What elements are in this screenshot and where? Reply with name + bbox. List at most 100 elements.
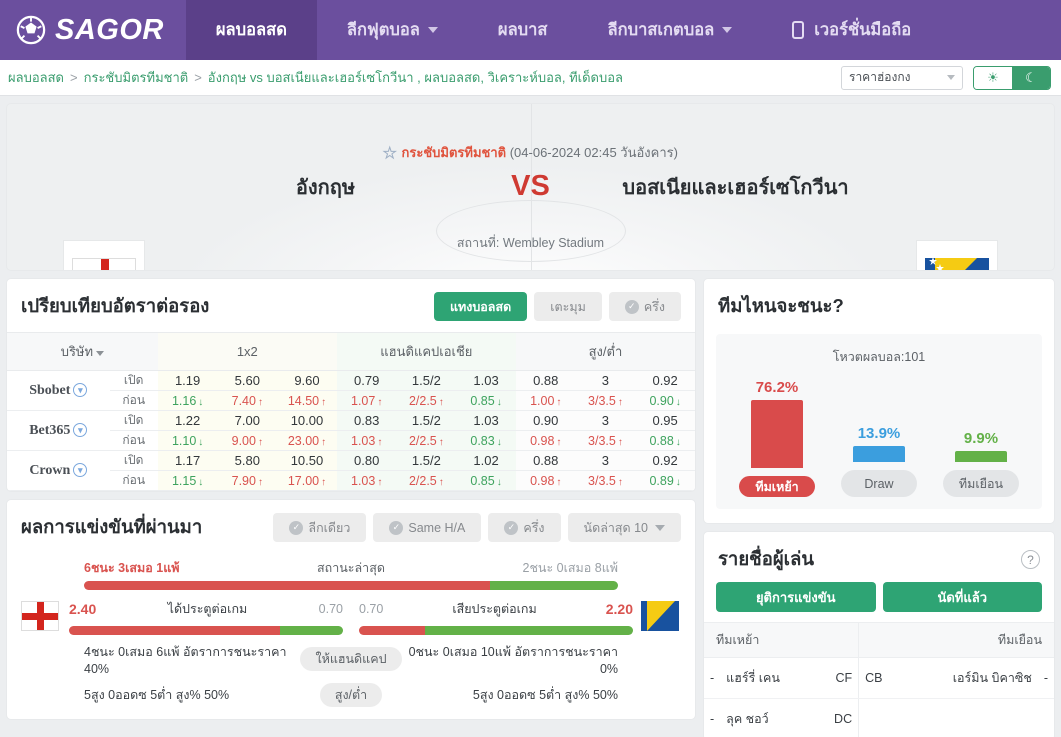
odds-format-select[interactable]: ราคาฮ่องกง [841,66,963,90]
sun-icon[interactable]: ☀ [974,67,1012,89]
competition-name[interactable]: กระชับมิตรทีมชาติ [401,145,506,160]
table-row[interactable]: ก่อน 1.16↓ 7.40↑ 14.50↑ 1.07↑ 2/2.5↑ 0.8… [7,391,695,411]
star-outline-icon[interactable]: ★ [383,144,396,162]
chevron-down-icon[interactable]: ▾ [73,383,87,397]
home-player-name[interactable]: ลุค ชอว์ [720,699,828,737]
filter-label: Same H/A [408,521,465,535]
question-mark-icon[interactable]: ? [1021,550,1040,569]
table-row[interactable]: Crown▾ เปิด 1.17 5.80 10.50 0.80 1.5/2 1… [7,451,695,471]
bookmaker-label: Crown [29,463,70,478]
hdp-open-line: 1.5/2 [397,451,457,471]
table-row[interactable]: ก่อน 1.10↓ 9.00↑ 23.00↑ 1.03↑ 2/2.5↑ 0.8… [7,431,695,451]
vote-button-away[interactable]: ทีมเยือน [943,470,1019,497]
filter-same-league[interactable]: ✓ ลีกเดียว [273,513,366,542]
button-previous-match[interactable]: นัดที่แล้ว [883,582,1043,612]
arrow-down-icon: ↓ [676,437,681,448]
ou-before-line: 3/3.5↑ [576,391,636,411]
nav-item-mobile-version[interactable]: เวอร์ชั่นมือถือ [762,0,941,60]
away-player-number [1038,699,1054,737]
nav-item-basketball-leagues[interactable]: ลีกบาสเกตบอล [578,0,763,60]
filter-half[interactable]: ✓ ครึ่ง [488,513,560,542]
col-company[interactable]: บริษัท [7,333,158,371]
arrow-down-icon: ↓ [497,477,502,488]
tab-half[interactable]: ✓ ครึ่ง [609,292,681,321]
form-center-label: สถานะล่าสุด [317,558,385,578]
ou-before-under: 0.88↓ [635,431,695,451]
chevron-down-icon[interactable]: ▾ [73,463,87,477]
away-player-position [859,699,889,737]
nav-item-basketball-scores[interactable]: ผลบาส [468,0,578,60]
row-label-open: เปิด [110,411,158,431]
hdp-before-line: 2/2.5↑ [397,431,457,451]
arrow-up-icon: ↑ [321,477,326,488]
home-team-name: อังกฤษ [181,171,471,203]
arrow-down-icon: ↓ [676,477,681,488]
table-row[interactable]: - ลุค ชอว์ DC [704,699,1054,737]
chevron-down-icon[interactable]: ▾ [73,423,87,437]
ou-open-over: 0.88 [516,451,576,471]
vote-chart: โหวตผลบอล:101 76.2% ทีมเหย้า 13.9% Draw … [716,334,1042,509]
ou-open-over: 0.90 [516,411,576,431]
moon-icon[interactable]: ☾ [1012,67,1050,89]
vote-button-home[interactable]: ทีมเหย้า [739,476,815,497]
bookmaker-name[interactable]: Crown▾ [7,451,110,491]
filter-last-matches-dropdown[interactable]: นัดล่าสุด 10 [568,513,681,542]
home-player-name[interactable]: แฮร์รี่ เคน [720,658,828,699]
handicap-tag[interactable]: ให้แฮนดิแคป [300,647,401,671]
home-handicap-record: 4ชนะ 0เสมอ 6แพ้ อัตราการชนะราคา 40% [21,642,300,676]
nav-item-football-leagues[interactable]: ลีกฟุตบอล [317,0,468,60]
table-row[interactable]: Sbobet▾ เปิด 1.19 5.60 9.60 0.79 1.5/2 1… [7,371,695,391]
away-handicap-record: 0ชนะ 0เสมอ 10แพ้ อัตราการชนะราคา 0% [402,642,681,676]
tab-label: เตะมุม [550,297,586,317]
goals-against-label: เสียประตูต่อเกม [452,599,536,619]
away-player-name[interactable] [888,699,1037,737]
bookmaker-name[interactable]: Sbobet▾ [7,371,110,411]
hdp-before-line: 2/2.5↑ [397,471,457,491]
vote-bar-home [751,400,803,468]
away-goals-for: 0.70 [319,602,343,616]
home-goals-against: 0.70 [359,602,383,616]
hdp-before-away: 0.85↓ [456,471,516,491]
goals-for-block: 2.40 ได้ประตูต่อเกม 0.70 [61,599,351,635]
home-team-mini-flag [21,601,61,633]
match-meta: ★กระชับมิตรทีมชาติ (04-06-2024 02:45 วัน… [7,142,1054,163]
ou-before-over: 0.98↑ [516,471,576,491]
table-header-row: บริษัท 1x2 แฮนดิแคปเอเชีย สูง/ต่ำ [7,333,695,371]
vote-card-header: ทีมไหนจะชนะ? [704,279,1054,332]
filter-same-home-away[interactable]: ✓ Same H/A [373,513,481,542]
button-match-ended[interactable]: ยุติการแข่งขัน [716,582,876,612]
bookmaker-label: Sbobet [29,383,70,398]
away-player-name[interactable]: เอร์มิน บิคาซิช [888,658,1037,699]
away-player-number: - [1038,658,1054,699]
odds-before-away: 23.00↑ [277,431,337,451]
past-results-header: ผลการแข่งขันที่ผ่านมา ✓ ลีกเดียว ✓ Same … [7,500,695,553]
home-player-number: - [704,699,720,737]
hdp-open-away: 1.02 [456,451,516,471]
tab-corners[interactable]: เตะมุม [534,292,602,321]
chevron-down-icon [428,27,438,33]
players-table-head: ทีมเหย้า ทีมเยือน [704,623,1054,658]
away-team-name: บอสเนียและเฮอร์เซโกวีนา [591,171,881,203]
over-under-tag[interactable]: สูง/ต่ำ [320,683,382,707]
home-player-position: DC [828,699,859,737]
vote-pct-home: 76.2% [756,379,799,396]
table-row[interactable]: - แฮร์รี่ เคน CF CB เอร์มิน บิคาซิช - [704,658,1054,699]
col-home-team: ทีมเหย้า [704,623,859,658]
hdp-open-away: 1.03 [456,411,516,431]
tab-live-betting[interactable]: แทงบอลสด [434,292,527,321]
table-row[interactable]: ก่อน 1.15↓ 7.90↑ 17.00↑ 1.03↑ 2/2.5↑ 0.8… [7,471,695,491]
vote-button-draw[interactable]: Draw [841,470,917,497]
theme-toggle[interactable]: ☀ ☾ [973,66,1051,90]
arrow-down-icon: ↓ [198,397,203,408]
breadcrumb-item-home[interactable]: ผลบอลสด [8,67,64,88]
breadcrumb-item-competition[interactable]: กระชับมิตรทีมชาติ [84,67,189,88]
table-row[interactable]: Bet365▾ เปิด 1.22 7.00 10.00 0.83 1.5/2 … [7,411,695,431]
bookmaker-name[interactable]: Bet365▾ [7,411,110,451]
right-column: ทีมไหนจะชนะ? โหวตผลบอล:101 76.2% ทีมเหย้… [703,278,1055,737]
vote-bar-draw [853,446,905,462]
goals-section: 2.40 ได้ประตูต่อเกม 0.70 0.70 เสียประตู [21,599,681,635]
ou-before-over: 1.00↑ [516,391,576,411]
nav-item-live-scores[interactable]: ผลบอลสด [186,0,317,60]
brand-logo[interactable]: SAGOR [0,0,186,60]
odds-table: บริษัท 1x2 แฮนดิแคปเอเชีย สูง/ต่ำ Sbobet… [7,332,695,491]
